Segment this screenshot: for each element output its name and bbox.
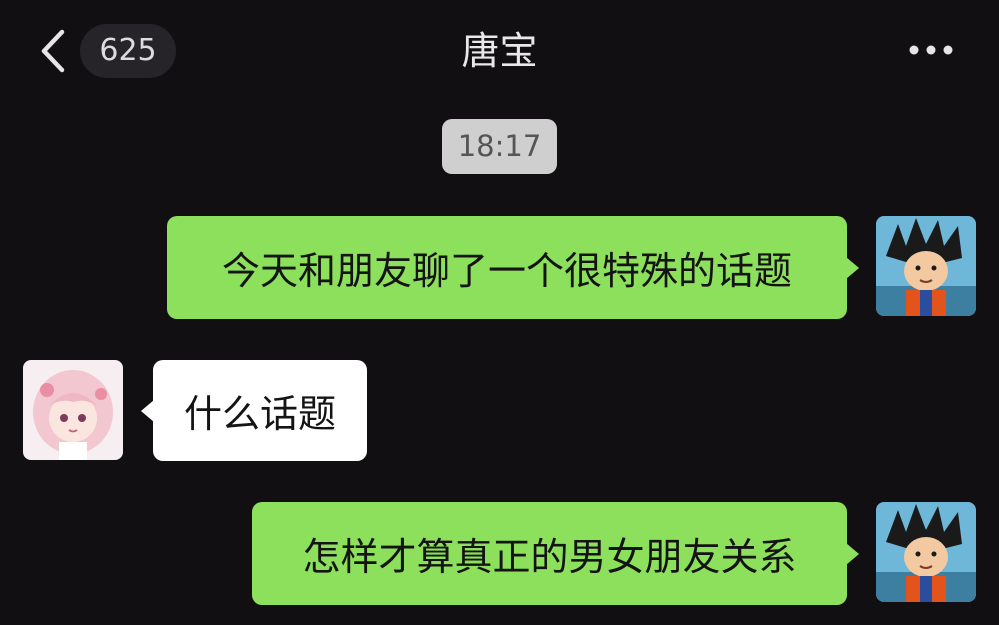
message-text: 怎样才算真正的男女朋友关系 <box>302 535 797 579</box>
unread-count-badge[interactable]: 625 <box>80 24 176 78</box>
message-text: 今天和朋友聊了一个很特殊的话题 <box>221 249 792 293</box>
message-text: 什么话题 <box>183 392 336 436</box>
goku-avatar-image <box>876 502 976 602</box>
chat-header: 625 唐宝 <box>0 0 999 100</box>
chevron-left-icon <box>41 29 65 73</box>
back-button[interactable] <box>36 28 70 74</box>
goku-avatar[interactable] <box>876 502 976 602</box>
anime-girl-avatar[interactable] <box>23 360 123 460</box>
goku-avatar[interactable] <box>876 216 976 316</box>
chat-screen: 625 唐宝 18:17 今天和朋友聊了一个很特殊的话题 什么话题 怎样才算真正… <box>0 0 999 625</box>
more-options-button[interactable] <box>902 30 962 70</box>
bubble-tail <box>846 256 859 279</box>
sent-message-bubble[interactable]: 今天和朋友聊了一个很特殊的话题 <box>167 216 859 319</box>
anime-girl-avatar-image <box>23 360 123 460</box>
sent-message-bubble[interactable]: 怎样才算真正的男女朋友关系 <box>252 502 859 605</box>
ellipsis-icon <box>909 45 953 55</box>
received-message-bubble[interactable]: 什么话题 <box>141 360 367 461</box>
goku-avatar-image <box>876 216 976 316</box>
message-timestamp: 18:17 <box>442 119 557 174</box>
bubble-tail <box>846 542 859 565</box>
